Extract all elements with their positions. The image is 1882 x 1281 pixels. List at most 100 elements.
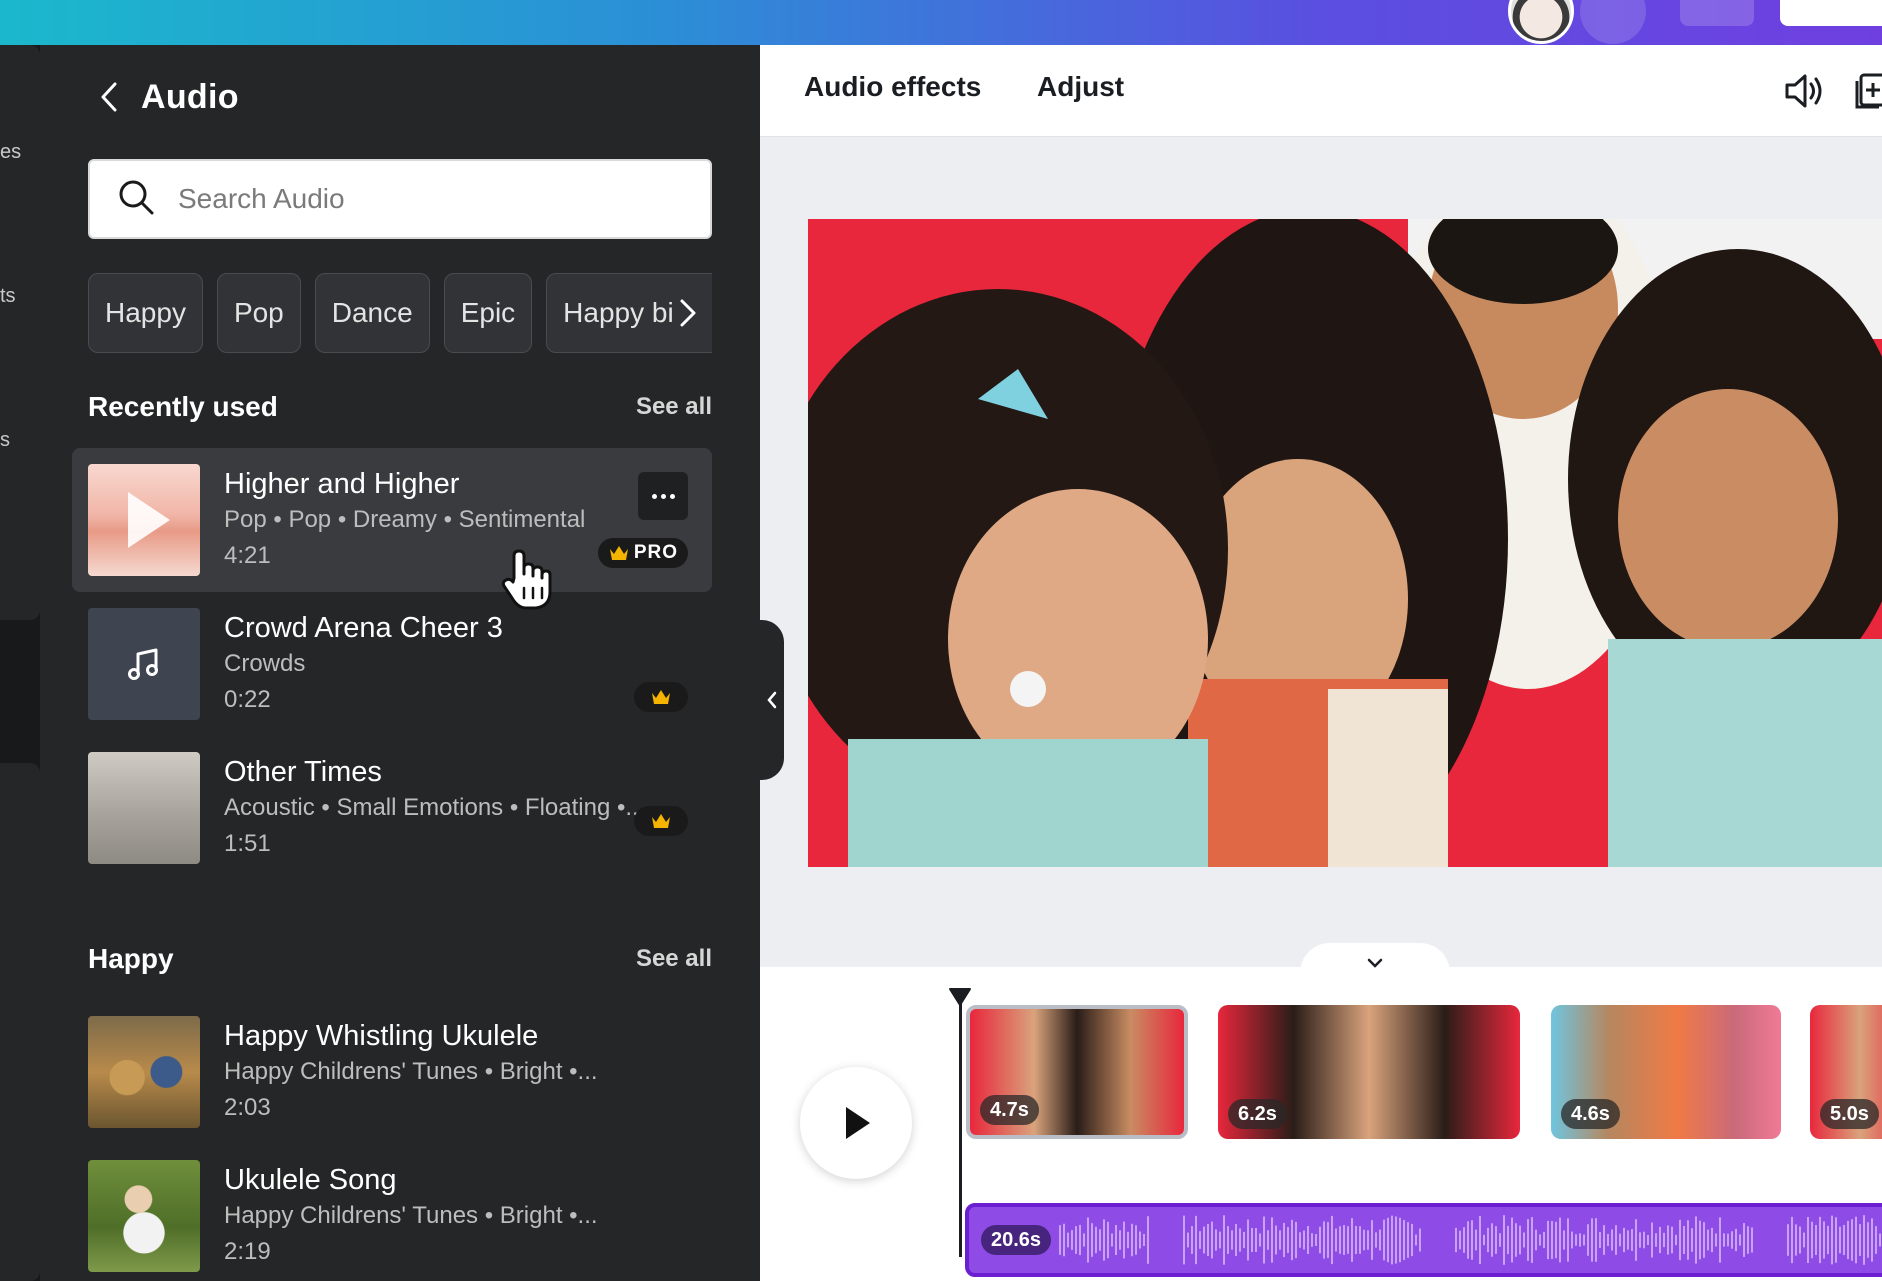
waveform-bar	[1723, 1233, 1725, 1247]
waveform-bar	[1183, 1215, 1185, 1265]
waveform-bar	[1323, 1221, 1325, 1259]
waveform-bar	[1343, 1225, 1345, 1255]
waveform-bar	[1327, 1222, 1329, 1258]
chevron-right-icon[interactable]	[668, 293, 708, 333]
waveform-bar	[1475, 1229, 1477, 1251]
waveform-bar	[1647, 1234, 1649, 1246]
waveform-bar	[1079, 1224, 1081, 1256]
crown-icon	[609, 546, 628, 560]
video-clip[interactable]: 6.2s	[1218, 1005, 1520, 1139]
chip-epic[interactable]: Epic	[443, 273, 533, 353]
track-item[interactable]: Happy Whistling Ukulele Happy Childrens'…	[72, 1000, 712, 1144]
waveform-bar	[1687, 1220, 1689, 1260]
track-thumbnail	[88, 752, 200, 864]
chip-pop[interactable]: Pop	[216, 273, 301, 353]
add-page-icon[interactable]	[1848, 69, 1882, 113]
track-item[interactable]: Crowd Arena Cheer 3 Crowds 0:22	[72, 592, 712, 736]
waveform-bar	[1267, 1230, 1269, 1250]
waveform-bar	[1403, 1220, 1405, 1260]
waveform-bar	[1459, 1230, 1461, 1250]
waveform-bar	[1123, 1221, 1125, 1259]
waveform-bar	[1871, 1218, 1873, 1262]
waveform-bar	[1255, 1227, 1257, 1253]
waveform	[1059, 1215, 1881, 1265]
waveform-bar	[1743, 1222, 1745, 1258]
track-meta: Happy Childrens' Tunes • Bright •...	[224, 1058, 598, 1085]
waveform-bar	[1063, 1223, 1065, 1257]
see-all-link[interactable]: See all	[636, 945, 712, 973]
chip-happy[interactable]: Happy	[88, 273, 203, 353]
waveform-bar	[1391, 1215, 1393, 1265]
track-title: Happy Whistling Ukulele	[224, 1020, 539, 1052]
chip-dance[interactable]: Dance	[314, 273, 430, 353]
adjust-button[interactable]: Adjust	[1037, 71, 1124, 103]
playhead[interactable]	[959, 999, 962, 1257]
waveform-bar	[1227, 1226, 1229, 1254]
track-item[interactable]: Ukulele Song Happy Childrens' Tunes • Br…	[72, 1144, 712, 1281]
waveform-bar	[1295, 1221, 1297, 1259]
waveform-bar	[1239, 1228, 1241, 1252]
waveform-bar	[1287, 1226, 1289, 1254]
timeline: 4.7s 6.2s 4.6s 5.0s 20.6s	[760, 943, 1882, 1281]
collaborator-avatar[interactable]	[1580, 0, 1646, 44]
user-avatar[interactable]	[1508, 0, 1574, 44]
rail-item-label[interactable]: s	[0, 429, 10, 452]
track-duration: 2:19	[224, 1238, 271, 1265]
video-clip[interactable]: 4.6s	[1551, 1005, 1781, 1139]
waveform-bar	[1571, 1231, 1573, 1249]
volume-icon[interactable]	[1782, 69, 1826, 113]
share-button[interactable]	[1780, 0, 1882, 26]
waveform-bar	[1811, 1221, 1813, 1259]
waveform-bar	[1455, 1227, 1457, 1253]
rail-item-label[interactable]: es	[0, 141, 21, 164]
waveform-bar	[1643, 1231, 1645, 1249]
waveform-bar	[1619, 1233, 1621, 1247]
top-bar-button[interactable]	[1680, 0, 1754, 26]
waveform-bar	[1103, 1219, 1105, 1261]
audio-duration: 20.6s	[981, 1225, 1052, 1255]
waveform-bar	[1291, 1219, 1293, 1261]
waveform-bar	[1683, 1225, 1685, 1255]
track-item[interactable]: Higher and Higher Pop • Pop • Dreamy • S…	[72, 448, 712, 592]
waveform-bar	[1187, 1232, 1189, 1248]
waveform-bar	[1371, 1220, 1373, 1260]
clip-duration: 5.0s	[1820, 1099, 1879, 1129]
audio-track[interactable]: 20.6s	[965, 1203, 1882, 1277]
waveform-bar	[1655, 1233, 1657, 1247]
editor-toolbar: Audio effects Adjust	[760, 45, 1882, 137]
track-item[interactable]: Other Times Acoustic • Small Emotions • …	[72, 736, 712, 880]
play-button[interactable]	[800, 1067, 912, 1179]
waveform-bar	[1259, 1233, 1261, 1247]
video-clip[interactable]: 4.7s	[966, 1005, 1188, 1139]
playhead-handle[interactable]	[948, 987, 972, 1007]
waveform-bar	[1639, 1232, 1641, 1248]
track-title: Crowd Arena Cheer 3	[224, 612, 503, 644]
search-input[interactable]	[178, 183, 698, 215]
chevron-left-icon[interactable]	[95, 82, 123, 112]
waveform-bar	[1271, 1217, 1273, 1263]
collapse-panel-handle[interactable]	[760, 620, 784, 780]
waveform-bar	[1823, 1221, 1825, 1259]
video-canvas[interactable]	[808, 219, 1882, 867]
waveform-bar	[1283, 1222, 1285, 1258]
see-all-link[interactable]: See all	[636, 393, 712, 421]
waveform-bar	[1863, 1215, 1865, 1265]
waveform-bar	[1483, 1234, 1485, 1246]
video-clip[interactable]: 5.0s	[1810, 1005, 1882, 1139]
waveform-bar	[1107, 1221, 1109, 1259]
music-note-icon	[128, 648, 158, 680]
waveform-bar	[1627, 1230, 1629, 1250]
waveform-bar	[1567, 1218, 1569, 1262]
happy-header: Happy See all	[88, 943, 712, 975]
waveform-bar	[1379, 1229, 1381, 1251]
timeline-toggle[interactable]	[1300, 943, 1450, 983]
waveform-bar	[1395, 1216, 1397, 1264]
chevron-left-icon	[767, 691, 777, 709]
more-options-button[interactable]	[638, 472, 688, 520]
waveform-bar	[1279, 1230, 1281, 1250]
track-thumbnail	[88, 1160, 200, 1272]
search-box[interactable]	[88, 159, 712, 239]
waveform-bar	[1515, 1223, 1517, 1257]
audio-effects-button[interactable]: Audio effects	[804, 71, 981, 103]
rail-item-label[interactable]: ts	[0, 285, 16, 308]
